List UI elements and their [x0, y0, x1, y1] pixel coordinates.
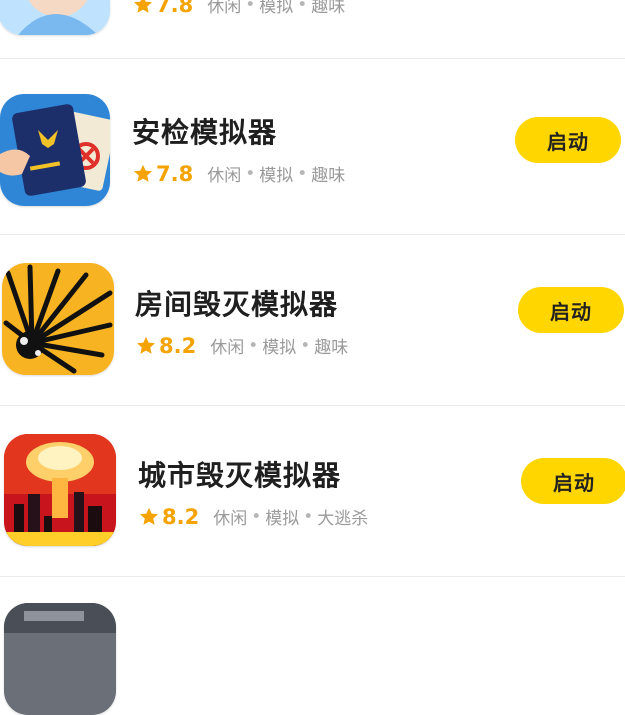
nuke-city-icon[interactable]	[4, 434, 116, 546]
rating-value: 8.2	[159, 333, 197, 358]
tag-separator: •	[248, 335, 259, 356]
tag-separator: •	[297, 0, 308, 15]
tag: 模拟	[259, 0, 294, 17]
tag: 休闲	[207, 0, 242, 17]
tag: 模拟	[265, 509, 300, 529]
app-name[interactable]: 房间毁灭模拟器	[135, 283, 338, 323]
app-icon-partial-top[interactable]	[0, 0, 110, 35]
tag: 休闲	[213, 509, 248, 529]
star-icon	[134, 164, 152, 182]
app-meta: 8.2 休闲 • 模拟 • 大逃杀	[138, 504, 368, 529]
app-meta: 7.8 休闲 • 模拟 • 趣味	[132, 161, 345, 186]
tag-separator: •	[245, 0, 256, 15]
rating-value: 7.8	[156, 0, 194, 17]
list-item-app-1[interactable]: 安检模拟器 7.8 休闲 • 模拟 • 趣味 启动	[0, 59, 625, 234]
star-icon	[134, 0, 152, 13]
star-icon	[140, 507, 158, 525]
launch-button[interactable]: 启动	[521, 458, 625, 504]
tag: 休闲	[207, 166, 242, 186]
explosion-icon[interactable]	[2, 263, 114, 375]
app-name[interactable]: 安检模拟器	[132, 111, 277, 151]
passport-icon[interactable]	[0, 94, 110, 206]
launch-button[interactable]: 启动	[515, 117, 621, 163]
tag: 模拟	[259, 166, 294, 186]
tag: 模拟	[262, 338, 297, 358]
app-meta-partial-top: 7.8 休闲 • 模拟 • 趣味	[132, 0, 345, 17]
list-item-app-2[interactable]: 房间毁灭模拟器 8.2 休闲 • 模拟 • 趣味 启动	[0, 235, 625, 405]
tag: 趣味	[311, 0, 346, 17]
tag: 大逃杀	[317, 509, 369, 529]
rating-value: 7.8	[156, 161, 194, 186]
tag-separator: •	[251, 506, 262, 527]
list-item-partial-top[interactable]: 7.8 休闲 • 模拟 • 趣味	[0, 0, 625, 55]
app-name[interactable]: 城市毁灭模拟器	[138, 454, 341, 494]
tag: 趣味	[311, 166, 346, 186]
tag-separator: •	[245, 163, 256, 184]
list-item-partial-bottom[interactable]	[0, 577, 625, 715]
app-icon-partial-bottom[interactable]	[4, 603, 116, 715]
rating-value: 8.2	[162, 504, 200, 529]
star-icon	[137, 336, 155, 354]
tag: 趣味	[314, 338, 349, 358]
tag-separator: •	[300, 335, 311, 356]
tag-separator: •	[297, 163, 308, 184]
tag-separator: •	[303, 506, 314, 527]
list-item-app-3[interactable]: 城市毁灭模拟器 8.2 休闲 • 模拟 • 大逃杀 启动	[0, 406, 625, 576]
tag: 休闲	[210, 338, 245, 358]
launch-button[interactable]: 启动	[518, 287, 624, 333]
app-meta: 8.2 休闲 • 模拟 • 趣味	[135, 333, 348, 358]
